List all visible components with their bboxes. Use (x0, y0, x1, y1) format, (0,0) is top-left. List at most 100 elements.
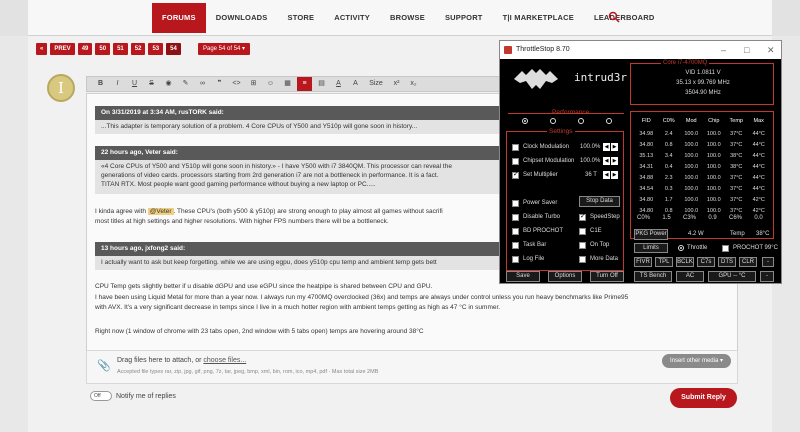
profile-radio-2[interactable] (550, 118, 556, 124)
clock-modulation-row[interactable]: Clock Modulation (512, 142, 569, 152)
nav-downloads[interactable]: DOWNLOADS (206, 0, 278, 36)
prev-button[interactable]: PREV (50, 43, 75, 55)
disable-turbo-checkbox[interactable] (512, 213, 519, 221)
speedstep-checkbox[interactable] (579, 212, 586, 221)
avatar[interactable]: I (47, 74, 75, 102)
prochot-row[interactable]: PROCHOT 99°C (722, 243, 778, 253)
left-arrow-icon[interactable]: ◀ (603, 143, 610, 151)
nav-support[interactable]: SUPPORT (435, 0, 493, 36)
chipset-modulation-stepper[interactable]: ◀ ▶ (603, 157, 618, 165)
media-icon[interactable]: ▦ (280, 77, 295, 91)
clock-modulation-stepper[interactable]: ◀ ▶ (603, 143, 618, 151)
collapse-button[interactable]: - (762, 257, 774, 267)
page-of-dropdown[interactable]: Page 54 of 54 ▾ (198, 43, 251, 55)
profile-radio-4[interactable] (606, 118, 612, 124)
power-saver-row[interactable]: Power Saver (512, 198, 557, 208)
right-arrow-icon[interactable]: ▶ (611, 143, 618, 151)
search-icon[interactable] (608, 11, 620, 23)
page-link[interactable]: 52 (130, 43, 146, 55)
italic-button[interactable]: I (110, 77, 125, 91)
set-multiplier-checkbox[interactable] (512, 170, 519, 179)
strike-button[interactable]: S (144, 77, 159, 91)
code-icon[interactable]: <> (229, 77, 244, 91)
save-button[interactable]: Save (506, 271, 540, 282)
submit-reply-button[interactable]: Submit Reply (670, 388, 737, 408)
font-color-icon[interactable]: A (331, 77, 346, 91)
bold-button[interactable]: B (93, 77, 108, 91)
nav-browse[interactable]: BROWSE (380, 0, 435, 36)
page-link[interactable]: 49 (77, 43, 93, 55)
nav-leaderboard[interactable]: LEADERBOARD (584, 0, 665, 36)
superscript-icon[interactable]: x² (389, 77, 404, 91)
more-data-checkbox[interactable] (579, 255, 586, 263)
close-icon[interactable]: ✕ (767, 41, 775, 59)
set-multiplier-row[interactable]: Set Multiplier (512, 170, 558, 180)
c7s-button[interactable]: C7s (697, 257, 715, 267)
task-bar-checkbox[interactable] (512, 241, 519, 249)
profile-radio-1[interactable] (522, 118, 528, 124)
gpu-button[interactable]: GPU -- °C (708, 271, 756, 282)
left-arrow-icon[interactable]: ◀ (603, 157, 610, 165)
ac-button[interactable]: AC (676, 271, 704, 282)
left-arrow-icon[interactable]: ◀ (603, 171, 610, 179)
edit-icon[interactable]: ✎ (178, 77, 193, 91)
log-file-checkbox[interactable] (512, 255, 519, 263)
nav-activity[interactable]: ACTIVITY (324, 0, 380, 36)
speedstep-row[interactable]: SpeedStep (579, 212, 620, 222)
current-page[interactable]: 54 (166, 43, 181, 55)
list-icon[interactable]: ▤ (314, 77, 329, 91)
chipset-modulation-row[interactable]: Chipset Modulation (512, 156, 574, 166)
log-file-row[interactable]: Log File (512, 254, 544, 264)
nav-marketplace[interactable]: T|I MARKETPLACE (493, 0, 584, 36)
on-top-checkbox[interactable] (579, 241, 586, 249)
set-multiplier-stepper[interactable]: ◀ ▶ (603, 171, 618, 179)
page-link[interactable]: 53 (148, 43, 164, 55)
fivr-button[interactable]: FIVR (634, 257, 652, 267)
insert-media-button[interactable]: Insert other media ▾ (661, 354, 731, 368)
attachment-area[interactable]: 📎 Drag files here to attach, or choose f… (86, 350, 738, 384)
dts-button[interactable]: DTS (718, 257, 736, 267)
emoji-icon[interactable]: ☺ (263, 77, 278, 91)
quote-icon[interactable]: ❞ (212, 77, 227, 91)
more-data-row[interactable]: More Data (579, 254, 618, 264)
table-icon[interactable]: ⊞ (246, 77, 261, 91)
highlight-icon[interactable]: A (348, 77, 363, 91)
task-bar-row[interactable]: Task Bar (512, 240, 546, 250)
tpl-button[interactable]: TPL (655, 257, 673, 267)
disable-turbo-row[interactable]: Disable Turbo (512, 212, 560, 222)
bclk-button[interactable]: BCLK (676, 257, 694, 267)
minimize-icon[interactable]: – (721, 41, 726, 59)
on-top-row[interactable]: On Top (579, 240, 609, 250)
size-dropdown[interactable]: Size (365, 77, 387, 91)
link-icon[interactable]: ∞ (195, 77, 210, 91)
bd-prochot-checkbox[interactable] (512, 227, 519, 235)
underline-button[interactable]: U (127, 77, 142, 91)
align-icon[interactable]: ≡ (297, 77, 312, 91)
page-link[interactable]: 50 (95, 43, 111, 55)
choose-files-link[interactable]: choose files... (203, 357, 246, 364)
turn-off-button[interactable]: Turn Off (590, 271, 624, 282)
page-link[interactable]: 51 (113, 43, 128, 55)
options-button[interactable]: Options (548, 271, 582, 282)
pkg-power-button[interactable]: PKG Power (634, 229, 668, 240)
profile-radio-3[interactable] (578, 118, 584, 124)
spoiler-icon[interactable]: ◉ (161, 77, 176, 91)
maximize-icon[interactable]: □ (744, 41, 749, 59)
right-arrow-icon[interactable]: ▶ (611, 171, 618, 179)
limits-button[interactable]: Limits (634, 243, 668, 253)
right-arrow-icon[interactable]: ▶ (611, 157, 618, 165)
minimize-panel-button[interactable]: - (760, 271, 774, 282)
stop-data-button[interactable]: Stop Data (579, 196, 620, 207)
prev-page-button[interactable]: « (36, 43, 48, 55)
ts-bench-button[interactable]: TS Bench (634, 271, 672, 282)
nav-forums[interactable]: FORUMS (152, 3, 206, 33)
power-saver-checkbox[interactable] (512, 199, 519, 207)
user-mention[interactable]: @Veter (147, 208, 174, 215)
clock-modulation-checkbox[interactable] (512, 143, 519, 151)
notify-toggle[interactable]: Off (90, 391, 112, 401)
bd-prochot-row[interactable]: BD PROCHOT (512, 226, 563, 236)
nav-store[interactable]: STORE (278, 0, 325, 36)
clr-button[interactable]: CLR (739, 257, 757, 267)
subscript-icon[interactable]: x₂ (406, 77, 421, 91)
c1e-checkbox[interactable] (579, 227, 586, 235)
